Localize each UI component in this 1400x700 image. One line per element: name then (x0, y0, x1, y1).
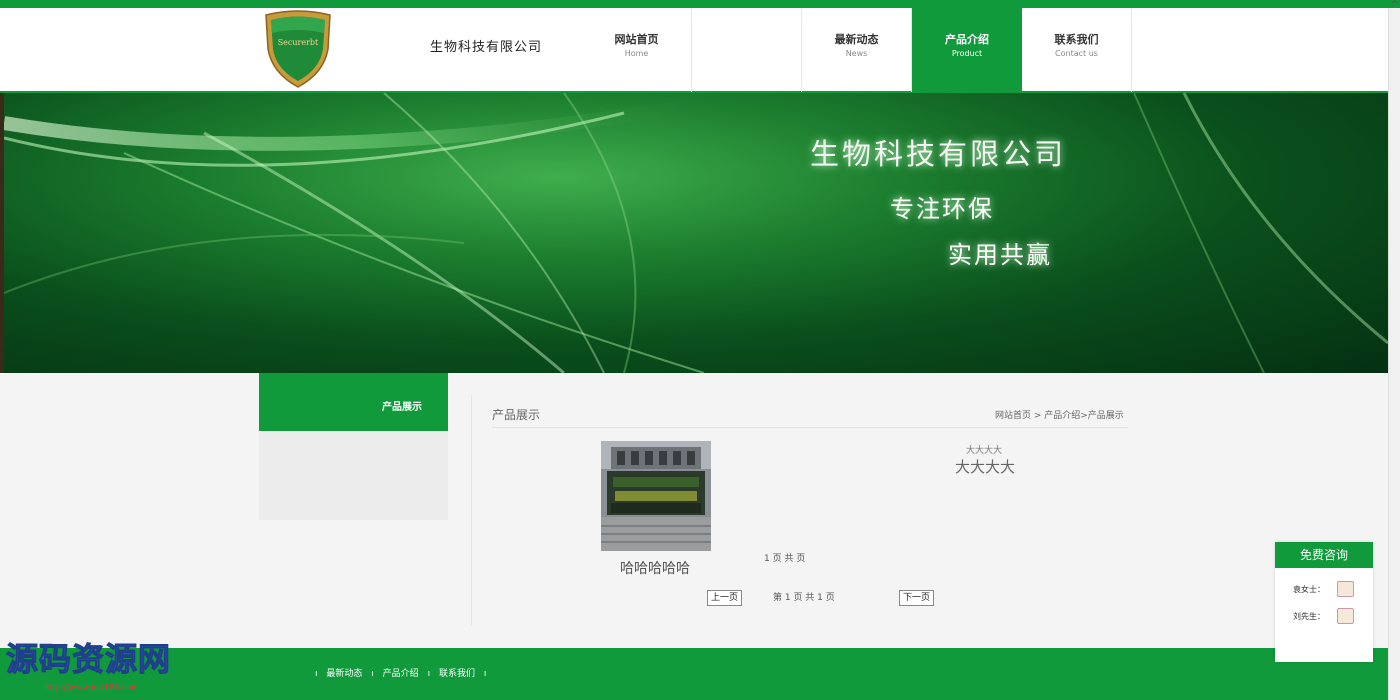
site-footer (0, 648, 1388, 700)
contact-name-1: 袁女士： (1293, 585, 1325, 594)
nav-news[interactable]: 最新动态 News (802, 8, 912, 92)
footer-sep: ı (315, 669, 318, 679)
nav-home[interactable]: 网站首页 Home (582, 8, 692, 92)
footer-link-news[interactable]: 最新动态 (326, 669, 362, 679)
footer-sep: ı (483, 669, 487, 679)
product-desc-large: 大大大大 (955, 458, 1016, 476)
company-name: 生物科技有限公司 (430, 40, 543, 55)
consult-panel: 免费咨询 袁女士： 刘先生： (1275, 542, 1373, 662)
sidebar-heading-label: 产品展示 (382, 402, 422, 413)
banner-light-streaks (4, 93, 1388, 373)
sidebar-body (259, 431, 448, 520)
prev-page-button[interactable]: 上一页 (707, 590, 743, 606)
sidebar-heading[interactable]: 产品展示 (259, 373, 448, 431)
main-nav: 网站首页 Home 最新动态 News 产品介绍 Product 联系我们 Co… (582, 8, 1132, 92)
footer-links: ı 最新动态 ı 产品介绍 ı 联系我们 ı (312, 666, 489, 679)
product-name[interactable]: 哈哈哈哈哈 (620, 558, 690, 578)
nav-product-sub: Product (951, 49, 983, 58)
banner-title: 生物科技有限公司 (810, 137, 1067, 171)
footer-sep: ı (427, 669, 431, 679)
footer-link-contact[interactable]: 联系我们 (439, 669, 475, 679)
section-title: 产品展示 (492, 408, 541, 422)
nav-contact-label: 联系我们 (1054, 33, 1099, 46)
watermark-url: http://www.net188.com (44, 683, 139, 692)
product-photo[interactable] (601, 441, 711, 551)
product-desc-small: 大大大大 (966, 446, 1003, 456)
nav-news-sub: News (845, 49, 868, 58)
nav-home-label: 网站首页 (614, 33, 659, 46)
contact-name-2: 刘先生： (1293, 612, 1325, 621)
shield-logo[interactable]: Securerbt (262, 9, 334, 89)
scroll-up-icon[interactable]: ^ (1391, 0, 1399, 10)
nav-news-label: 最新动态 (834, 33, 879, 46)
nav-product[interactable]: 产品介绍 Product (912, 8, 1022, 92)
page-count-text: 1 页 共 页 (764, 554, 806, 564)
top-accent-bar (0, 0, 1400, 8)
content-divider (471, 395, 472, 625)
page-scrollbar[interactable] (1388, 8, 1400, 700)
logo-text: Securerbt (278, 38, 319, 47)
qq-chat-icon[interactable] (1337, 608, 1354, 624)
hero-banner: 生物科技有限公司 专注环保 实用共赢 (4, 93, 1388, 373)
nav-contact[interactable]: 联系我们 Contact us (1022, 8, 1132, 92)
banner-slogan-1: 专注环保 (890, 195, 994, 223)
watermark-title: 源码资源网 (5, 640, 172, 679)
consult-title: 免费咨询 (1275, 542, 1373, 568)
nav-home-sub: Home (624, 49, 649, 58)
nav-empty (692, 8, 802, 92)
pager-status: 第 1 页 共 1 页 (773, 593, 835, 603)
breadcrumb[interactable]: 网站首页 > 产品介绍>产品展示 (995, 408, 1124, 421)
title-underline (492, 427, 1128, 428)
footer-sep: ı (371, 669, 374, 679)
footer-link-product[interactable]: 产品介绍 (383, 669, 419, 679)
qq-chat-icon[interactable] (1337, 581, 1354, 597)
nav-contact-sub: Contact us (1055, 49, 1098, 58)
nav-product-label: 产品介绍 (945, 33, 989, 46)
next-page-button[interactable]: 下一页 (899, 590, 935, 606)
banner-slogan-2: 实用共赢 (948, 241, 1052, 269)
